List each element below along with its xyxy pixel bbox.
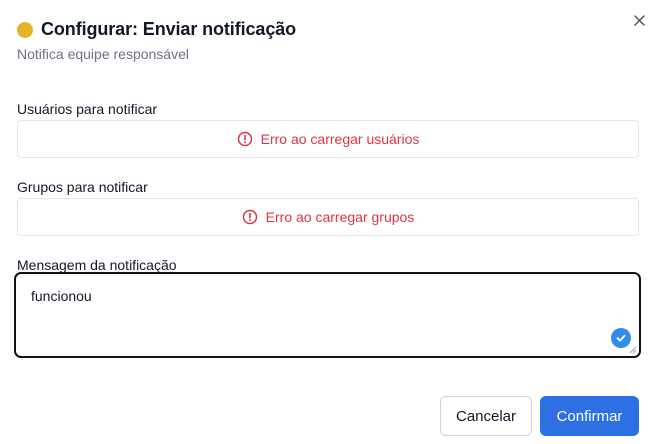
alert-circle-icon — [237, 131, 253, 147]
dialog-subtitle: Notifica equipe responsável — [17, 46, 189, 62]
groups-field-label: Grupos para notificar — [17, 179, 148, 195]
users-error-box: Erro ao carregar usuários — [17, 120, 639, 158]
check-circle-icon — [611, 328, 631, 348]
configure-dialog: Configurar: Enviar notificação Notifica … — [0, 0, 652, 444]
dialog-header: Configurar: Enviar notificação — [17, 19, 296, 40]
groups-error-box: Erro ao carregar grupos — [17, 198, 639, 236]
confirm-button[interactable]: Confirmar — [540, 396, 639, 436]
users-field-label: Usuários para notificar — [17, 101, 158, 117]
alert-circle-icon — [242, 209, 258, 225]
close-button[interactable] — [629, 10, 649, 30]
resize-handle-icon[interactable] — [629, 346, 637, 354]
message-textarea[interactable] — [16, 274, 639, 356]
dialog-title: Configurar: Enviar notificação — [41, 19, 297, 39]
message-field — [14, 272, 641, 358]
groups-error-text: Erro ao carregar grupos — [265, 209, 415, 225]
cancel-button[interactable]: Cancelar — [440, 396, 532, 436]
users-error-text: Erro ao carregar usuários — [260, 131, 420, 147]
close-icon — [633, 14, 645, 26]
message-field-label: Mensagem da notificação — [17, 257, 177, 273]
status-dot-icon — [17, 21, 33, 38]
